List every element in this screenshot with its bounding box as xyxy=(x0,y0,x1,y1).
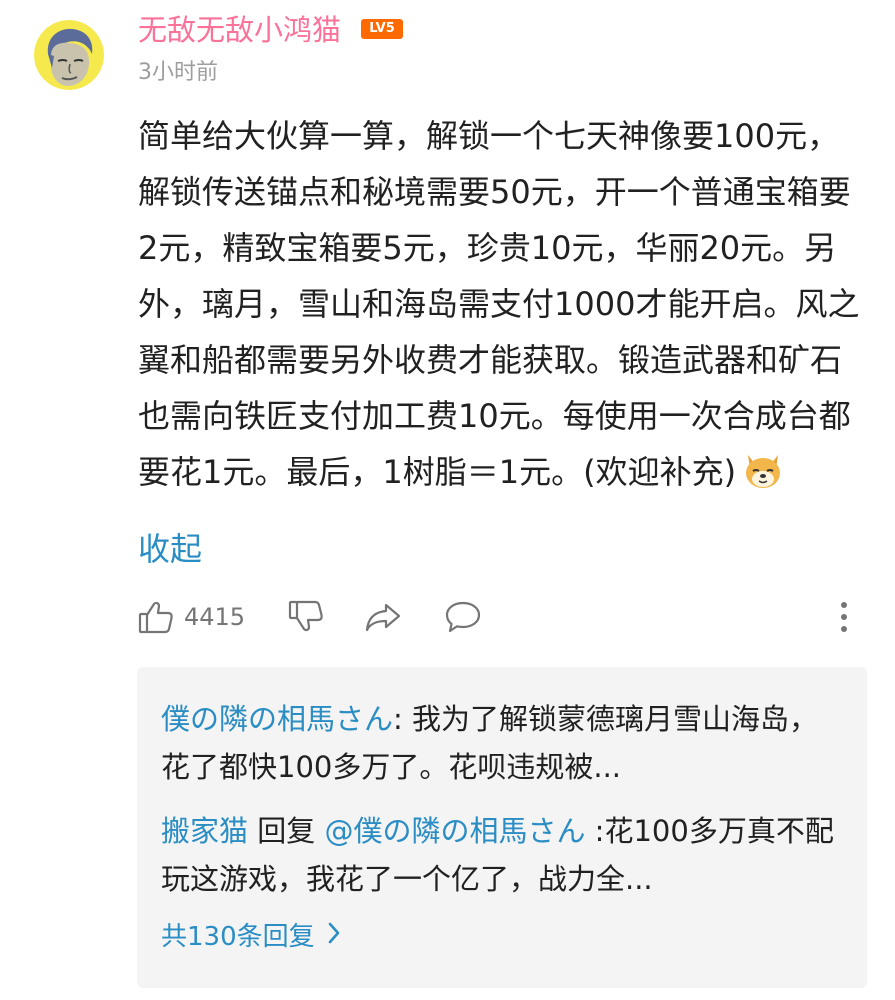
more-button[interactable] xyxy=(834,599,854,635)
reply-button[interactable] xyxy=(444,595,482,639)
reply-item[interactable]: 搬家猫 回复 @僕の隣の相馬さん :花100多万真不配玩这游戏，我花了一个亿了，… xyxy=(161,807,841,903)
view-all-replies-label: 共130条回复 xyxy=(161,922,315,952)
like-count: 4415 xyxy=(184,603,246,631)
doge-emoji-icon xyxy=(742,449,784,508)
chevron-right-icon xyxy=(315,917,341,957)
replies-panel: 僕の隣の相馬さん: 我为了解锁蒙德璃月雪山海岛，花了都快100多万了。花呗违规被… xyxy=(137,667,867,988)
username[interactable]: 无敌无敌小鸿猫 xyxy=(138,10,341,50)
reply-author[interactable]: 僕の隣の相馬さん xyxy=(161,702,393,736)
reply-item[interactable]: 僕の隣の相馬さん: 我为了解锁蒙德璃月雪山海岛，花了都快100多万了。花呗违规被… xyxy=(161,695,841,791)
collapse-link[interactable]: 收起 xyxy=(138,524,202,574)
like-button[interactable]: 4415 xyxy=(138,595,245,639)
avatar[interactable] xyxy=(34,20,104,90)
reply-author[interactable]: 搬家猫 xyxy=(161,814,248,848)
reply-separator: : xyxy=(393,702,413,736)
reply-word: 回复 xyxy=(248,814,325,848)
share-button[interactable] xyxy=(364,595,402,639)
reply-mention[interactable]: @僕の隣の相馬さん xyxy=(324,814,585,848)
view-all-replies-link[interactable]: 共130条回复 xyxy=(161,917,341,957)
action-bar: 4415 xyxy=(138,595,863,639)
thumbs-down-icon xyxy=(288,599,324,635)
reply-separator: : xyxy=(585,814,605,848)
comment-text: 简单给大伙算一算，解锁一个七天神像要100元，解锁传送锚点和秘境需要50元，开一… xyxy=(138,108,863,508)
timestamp: 3小时前 xyxy=(138,60,218,85)
reply-icon xyxy=(444,599,482,635)
dislike-button[interactable] xyxy=(288,595,324,639)
thumbs-up-icon xyxy=(138,599,174,635)
share-icon xyxy=(364,599,402,635)
level-badge: LV5 xyxy=(361,19,403,39)
more-icon xyxy=(834,602,854,639)
comment-body: 简单给大伙算一算，解锁一个七天神像要100元，解锁传送锚点和秘境需要50元，开一… xyxy=(138,117,860,491)
